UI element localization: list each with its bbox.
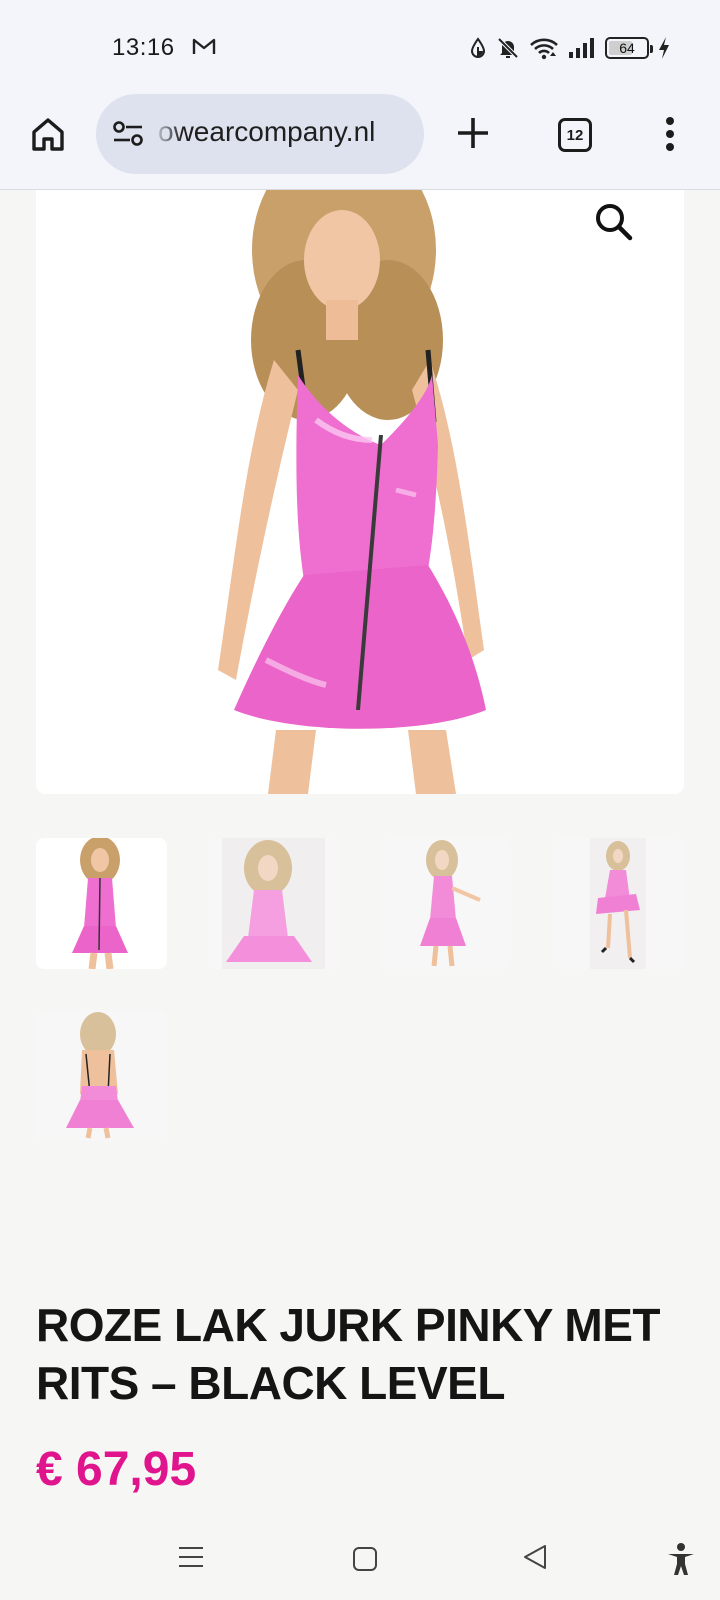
status-bar: 13:16 64 (0, 0, 720, 92)
thumbnail-3[interactable] (380, 838, 511, 969)
url-fade (152, 94, 182, 174)
signal-icon (569, 38, 594, 58)
charging-icon (659, 37, 669, 59)
battery-level: 64 (619, 40, 635, 56)
product-title-line-2: RITS – BLACK LEVEL (36, 1357, 505, 1409)
more-menu-icon[interactable] (664, 116, 676, 152)
recents-icon[interactable] (178, 1544, 204, 1570)
status-time: 13:16 (112, 34, 175, 61)
thumbnail-2[interactable] (208, 838, 339, 969)
thumbnail-image (72, 838, 128, 969)
thumbnail-gallery (36, 838, 684, 1141)
thumbnail-image (66, 1012, 134, 1139)
thumbnail-1[interactable] (36, 838, 167, 969)
gmail-icon (192, 38, 216, 54)
product-photo (218, 190, 486, 794)
main-product-image[interactable] (36, 190, 684, 794)
address-bar[interactable]: owearcompany.nl (96, 94, 424, 174)
product-title: ROZE LAK JURK PINKY MET RITS – BLACK LEV… (36, 1296, 676, 1412)
back-triangle-icon[interactable] (522, 1544, 548, 1570)
thumbnail-5[interactable] (36, 1010, 167, 1141)
thumbnail-image (222, 838, 325, 969)
thumbnail-image (420, 840, 481, 967)
site-settings-icon[interactable] (112, 121, 144, 147)
home-square-icon[interactable] (352, 1546, 378, 1572)
battery-icon: 64 (605, 37, 653, 59)
thumbnail-image (590, 838, 646, 969)
system-navigation-bar (0, 1520, 720, 1600)
status-icons: 64 (469, 33, 670, 63)
tab-switcher-icon[interactable]: 12 (558, 118, 592, 152)
accessibility-icon[interactable] (666, 1542, 696, 1576)
tab-count: 12 (566, 126, 584, 144)
browser-toolbar: owearcompany.nl 12 (0, 92, 720, 190)
wifi-icon (530, 38, 558, 60)
data-saver-icon (470, 37, 486, 58)
thumbnail-4[interactable] (552, 838, 683, 969)
notifications-off-icon (497, 37, 519, 59)
url-text[interactable]: owearcompany.nl (158, 116, 375, 148)
product-title-line-1: ROZE LAK JURK PINKY MET (36, 1299, 661, 1351)
home-icon[interactable] (28, 114, 68, 154)
new-tab-icon[interactable] (456, 116, 490, 150)
zoom-icon[interactable] (592, 200, 636, 244)
product-price: € 67,95 (36, 1443, 197, 1496)
